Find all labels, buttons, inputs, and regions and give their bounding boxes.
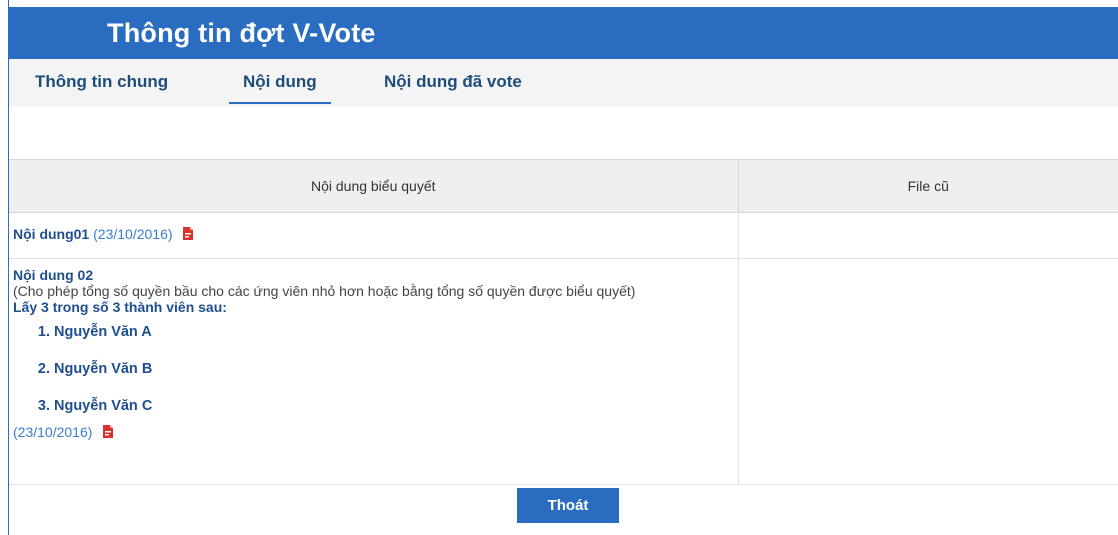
title-bar: Thông tin đợt V-Vote <box>8 7 1118 59</box>
item-date-line: (23/10/2016) <box>13 424 738 442</box>
table-row: Nội dung01 (23/10/2016) <box>9 212 1118 259</box>
exit-button[interactable]: Thoát <box>517 488 619 523</box>
candidate-item: Nguyễn Văn A <box>54 321 738 358</box>
table-header-row: Nội dung biểu quyết File cũ <box>9 159 1118 213</box>
old-file-cell <box>738 212 1118 259</box>
item-date: (23/10/2016) <box>93 226 173 242</box>
vvote-dialog: Thông tin đợt V-Vote Thông tin chung Nội… <box>0 0 1118 535</box>
candidate-item: Nguyễn Văn B <box>54 358 738 395</box>
candidate-list: Nguyễn Văn A Nguyễn Văn B Nguyễn Văn C <box>13 321 738 432</box>
table-row: Nội dung 02 (Cho phép tổng số quyền bầu … <box>9 258 1118 485</box>
tab-voted-content[interactable]: Nội dung đã vote <box>384 72 522 102</box>
page-title: Thông tin đợt V-Vote <box>107 17 376 48</box>
vote-content-table: Nội dung biểu quyết File cũ Nội dung01 (… <box>9 159 1118 485</box>
column-header-vote-content: Nội dung biểu quyết <box>9 159 739 213</box>
selection-instruction: Lấy 3 trong số 3 thành viên sau: <box>13 299 227 315</box>
vote-content-cell: Nội dung 02 (Cho phép tổng số quyền bầu … <box>9 258 739 485</box>
content-item-link[interactable]: Nội dung01 <box>13 226 89 242</box>
vote-content-cell: Nội dung01 (23/10/2016) <box>9 212 739 259</box>
column-header-old-file: File cũ <box>738 159 1118 213</box>
tab-content[interactable]: Nội dung <box>229 72 331 104</box>
vote-rule-note: (Cho phép tổng số quyền bầu cho các ứng … <box>13 283 636 299</box>
tab-general-info[interactable]: Thông tin chung <box>35 72 168 102</box>
old-file-cell <box>738 258 1118 485</box>
pdf-icon[interactable] <box>102 425 114 442</box>
pdf-icon[interactable] <box>182 227 194 244</box>
tab-content-spacer <box>9 107 1118 159</box>
content-item-link[interactable]: Nội dung 02 <box>13 267 93 283</box>
item-date: (23/10/2016) <box>13 424 93 440</box>
